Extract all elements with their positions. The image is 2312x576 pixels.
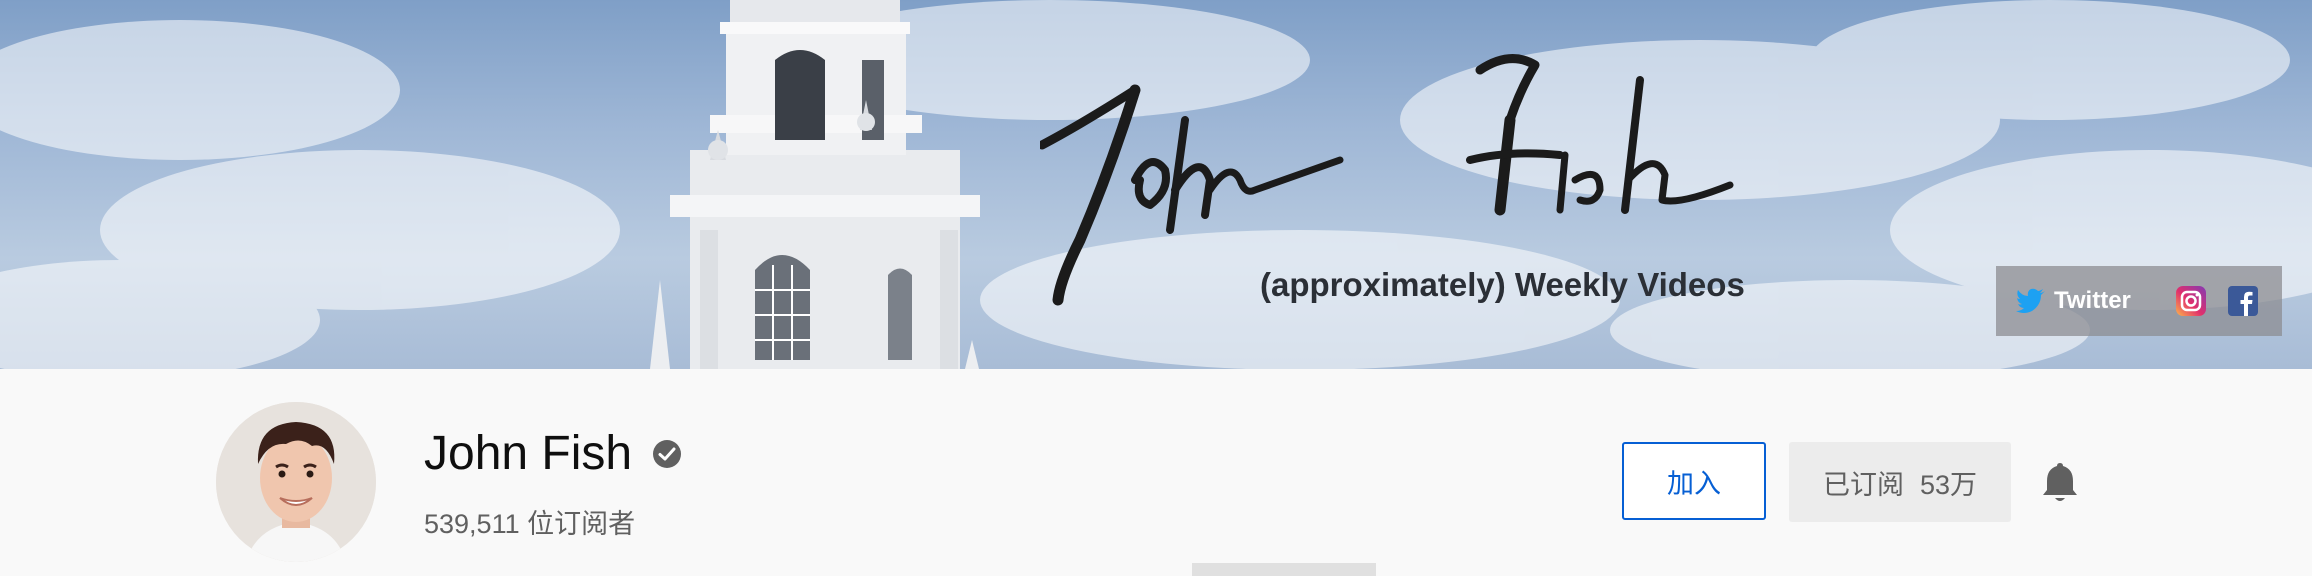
subscribed-label: 已订阅 — [1822, 469, 1904, 500]
channel-banner: (approximately) Weekly Videos Twitter — [0, 0, 2312, 369]
subscribed-button[interactable]: 已订阅 53万 — [1789, 442, 2011, 522]
channel-avatar[interactable] — [216, 402, 376, 562]
bell-icon[interactable] — [2040, 460, 2080, 504]
verified-badge-icon — [653, 439, 682, 468]
twitter-icon — [2016, 288, 2045, 313]
tab-strip-edge — [1192, 563, 1376, 576]
avatar-image — [216, 402, 376, 562]
instagram-icon[interactable] — [2175, 285, 2207, 317]
facebook-icon[interactable] — [2227, 285, 2259, 317]
join-button[interactable]: 加入 — [1622, 442, 1766, 520]
channel-name-text: John Fish — [424, 427, 633, 480]
banner-tagline: (approximately) Weekly Videos — [1260, 266, 1745, 303]
social-links: Twitter — [1996, 266, 2282, 336]
channel-title: John Fish — [424, 426, 682, 481]
subscribed-count: 53万 — [1919, 469, 1978, 500]
subscriber-count: 539,511 位订阅者 — [424, 509, 636, 539]
twitter-label: Twitter — [2054, 287, 2131, 314]
twitter-link[interactable]: Twitter — [2016, 287, 2131, 315]
